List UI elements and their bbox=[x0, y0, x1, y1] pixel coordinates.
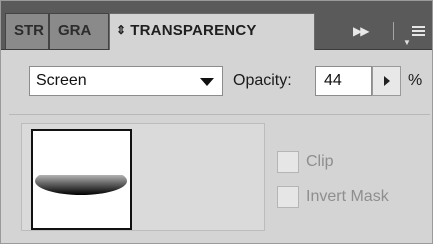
panel-tab-strip: STR GRA ⇕ TRANSPARENCY ▶▶ ▼ bbox=[1, 1, 432, 50]
blend-mode-value: Screen bbox=[36, 72, 87, 89]
tab-transparency-label: TRANSPARENCY bbox=[130, 22, 257, 39]
opacity-input[interactable]: 44 bbox=[315, 66, 372, 96]
invert-mask-checkbox[interactable] bbox=[277, 186, 299, 208]
menu-arrow-icon: ▼ bbox=[403, 38, 411, 47]
clip-label: Clip bbox=[306, 153, 334, 170]
menu-lines-icon bbox=[412, 26, 425, 38]
chevron-down-icon[interactable] bbox=[196, 67, 218, 95]
double-chevron-right-icon[interactable]: ▶▶ bbox=[353, 15, 370, 47]
strip-separator bbox=[393, 22, 394, 40]
opacity-label: Opacity: bbox=[233, 72, 292, 89]
blend-mode-select[interactable]: Screen bbox=[29, 66, 223, 96]
tab-gradient[interactable]: GRA bbox=[49, 13, 109, 49]
panel-divider bbox=[9, 114, 430, 115]
opacity-unit: % bbox=[408, 72, 423, 89]
panel-menu-icon[interactable]: ▼ bbox=[403, 15, 429, 47]
tab-transparency[interactable]: ⇕ TRANSPARENCY bbox=[109, 13, 315, 50]
tab-stroke[interactable]: STR bbox=[5, 13, 49, 49]
clip-checkbox[interactable] bbox=[277, 151, 299, 173]
invert-mask-label: Invert Mask bbox=[306, 188, 389, 205]
updown-arrows-icon[interactable]: ⇕ bbox=[116, 23, 126, 37]
transparency-panel: STR GRA ⇕ TRANSPARENCY ▶▶ ▼ Screen Opacit… bbox=[0, 0, 433, 244]
opacity-slider-arrow-icon[interactable] bbox=[372, 66, 401, 96]
thumbnail-preview bbox=[33, 167, 130, 195]
object-thumbnail[interactable] bbox=[31, 129, 132, 230]
